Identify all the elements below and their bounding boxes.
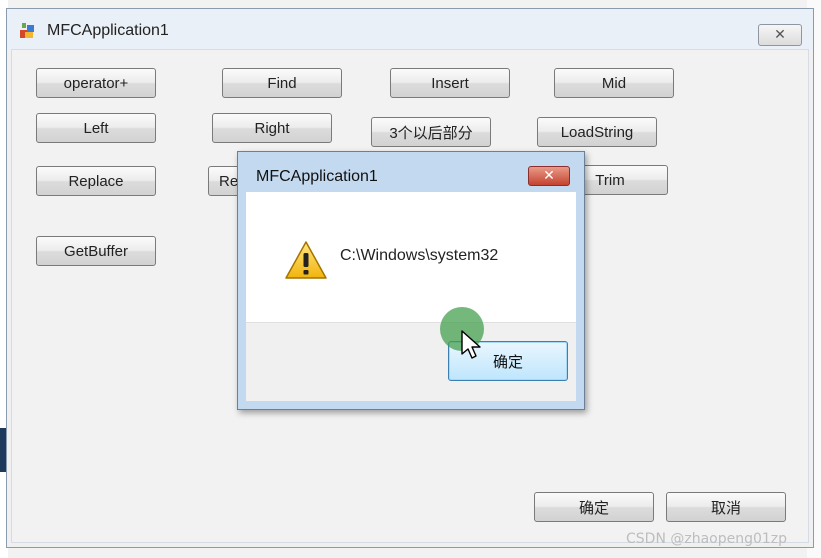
operator-plus-button[interactable]: operator+ (36, 68, 156, 98)
message-box-dialog: MFCApplication1 ✕ C:\Windows\system32 确定 (237, 151, 585, 410)
message-box-title: MFCApplication1 (256, 168, 378, 185)
cancel-button[interactable]: 取消 (666, 492, 786, 522)
getbuffer-button[interactable]: GetBuffer (36, 236, 156, 266)
find-button[interactable]: Find (222, 68, 342, 98)
ok-button[interactable]: 确定 (534, 492, 654, 522)
close-icon: ✕ (543, 168, 555, 184)
message-box-body: C:\Windows\system32 (246, 192, 576, 322)
main-title-bar[interactable]: MFCApplication1 ✕ (7, 9, 813, 49)
main-window-title: MFCApplication1 (47, 22, 169, 39)
insert-button[interactable]: Insert (390, 68, 510, 98)
app-icon (20, 23, 34, 38)
loadstring-button[interactable]: LoadString (537, 117, 657, 147)
message-box-footer: 确定 (246, 322, 576, 401)
message-box-close-button[interactable]: ✕ (528, 166, 570, 186)
close-icon: ✕ (774, 27, 786, 43)
mouse-cursor-icon (461, 330, 481, 359)
replace-button[interactable]: Replace (36, 166, 156, 196)
after-three-button[interactable]: 3个以后部分 (371, 117, 491, 147)
message-box-text: C:\Windows\system32 (340, 247, 499, 264)
left-button[interactable]: Left (36, 113, 156, 143)
watermark-text: CSDN @zhaopeng01zp (626, 531, 788, 547)
warning-icon (285, 241, 327, 279)
main-close-button[interactable]: ✕ (758, 24, 802, 46)
mid-button[interactable]: Mid (554, 68, 674, 98)
right-button[interactable]: Right (212, 113, 332, 143)
